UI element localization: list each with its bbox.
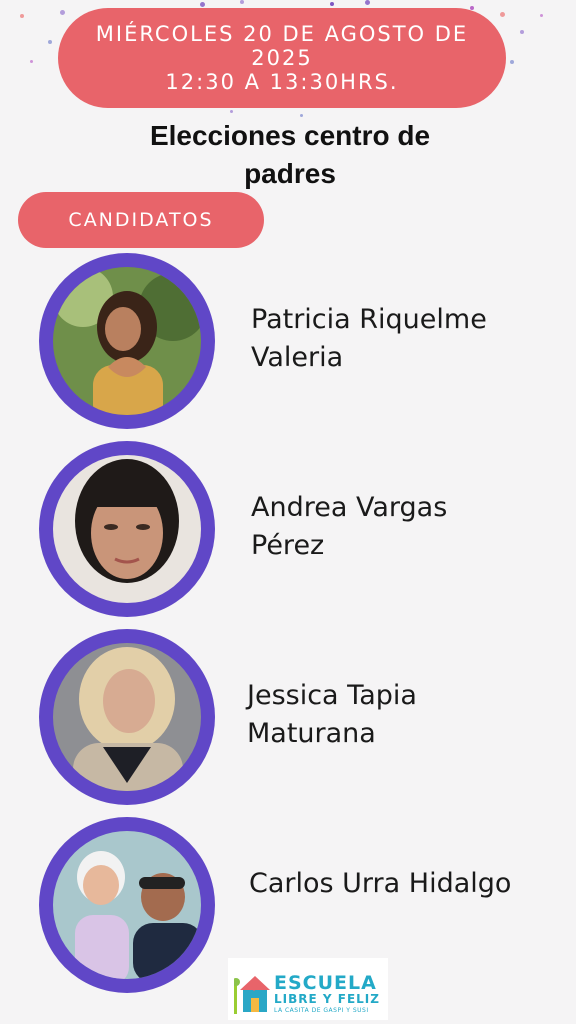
candidate-name-line2: Pérez <box>251 530 325 561</box>
candidate-name-line1: Jessica Tapia <box>247 680 417 711</box>
page-title-line1: Elecciones centro de <box>149 120 431 151</box>
logo-text-line2: LIBRE Y FELIZ <box>274 992 380 1006</box>
candidate-photo <box>53 267 201 415</box>
avatar <box>39 629 215 805</box>
logo-text-line1: ESCUELA <box>274 972 377 994</box>
event-date-line1: MIÉRCOLES 20 DE AGOSTO DE <box>95 22 469 46</box>
event-date-line2: 2025 <box>251 46 313 70</box>
section-label-candidates: CANDIDATOS <box>18 192 264 248</box>
candidate-name-line1: Patricia Riquelme <box>251 304 487 335</box>
candidate-photo <box>53 831 201 979</box>
page-title: Elecciones centro de padres <box>80 117 500 193</box>
candidate-name-line1: Carlos Urra Hidalgo <box>249 868 512 899</box>
candidate-photo <box>53 455 201 603</box>
avatar <box>39 253 215 429</box>
house-icon <box>234 976 270 1014</box>
candidate-name-line2: Maturana <box>247 718 376 749</box>
event-time: 12:30 A 13:30HRS. <box>165 70 399 94</box>
candidate-name: Carlos Urra Hidalgo <box>249 865 511 903</box>
candidate-card: Andrea Vargas Pérez <box>0 441 576 621</box>
candidate-name: Andrea Vargas Pérez <box>251 489 447 565</box>
page-title-line2: padres <box>244 158 336 189</box>
logo-text-line3: LA CASITA DE GASPI Y SUSI <box>274 1007 369 1014</box>
avatar <box>39 817 215 993</box>
candidate-card: Jessica Tapia Maturana <box>0 629 576 809</box>
candidate-name: Jessica Tapia Maturana <box>247 677 417 753</box>
school-logo: ESCUELA LIBRE Y FELIZ LA CASITA DE GASPI… <box>228 958 388 1020</box>
candidate-name-line1: Andrea Vargas <box>251 492 448 523</box>
avatar <box>39 441 215 617</box>
candidate-name-line2: Valeria <box>251 342 344 373</box>
candidate-photo <box>53 643 201 791</box>
candidate-name: Patricia Riquelme Valeria <box>251 301 487 377</box>
candidate-card: Patricia Riquelme Valeria <box>0 253 576 433</box>
event-date-banner: MIÉRCOLES 20 DE AGOSTO DE 2025 12:30 A 1… <box>58 8 506 108</box>
